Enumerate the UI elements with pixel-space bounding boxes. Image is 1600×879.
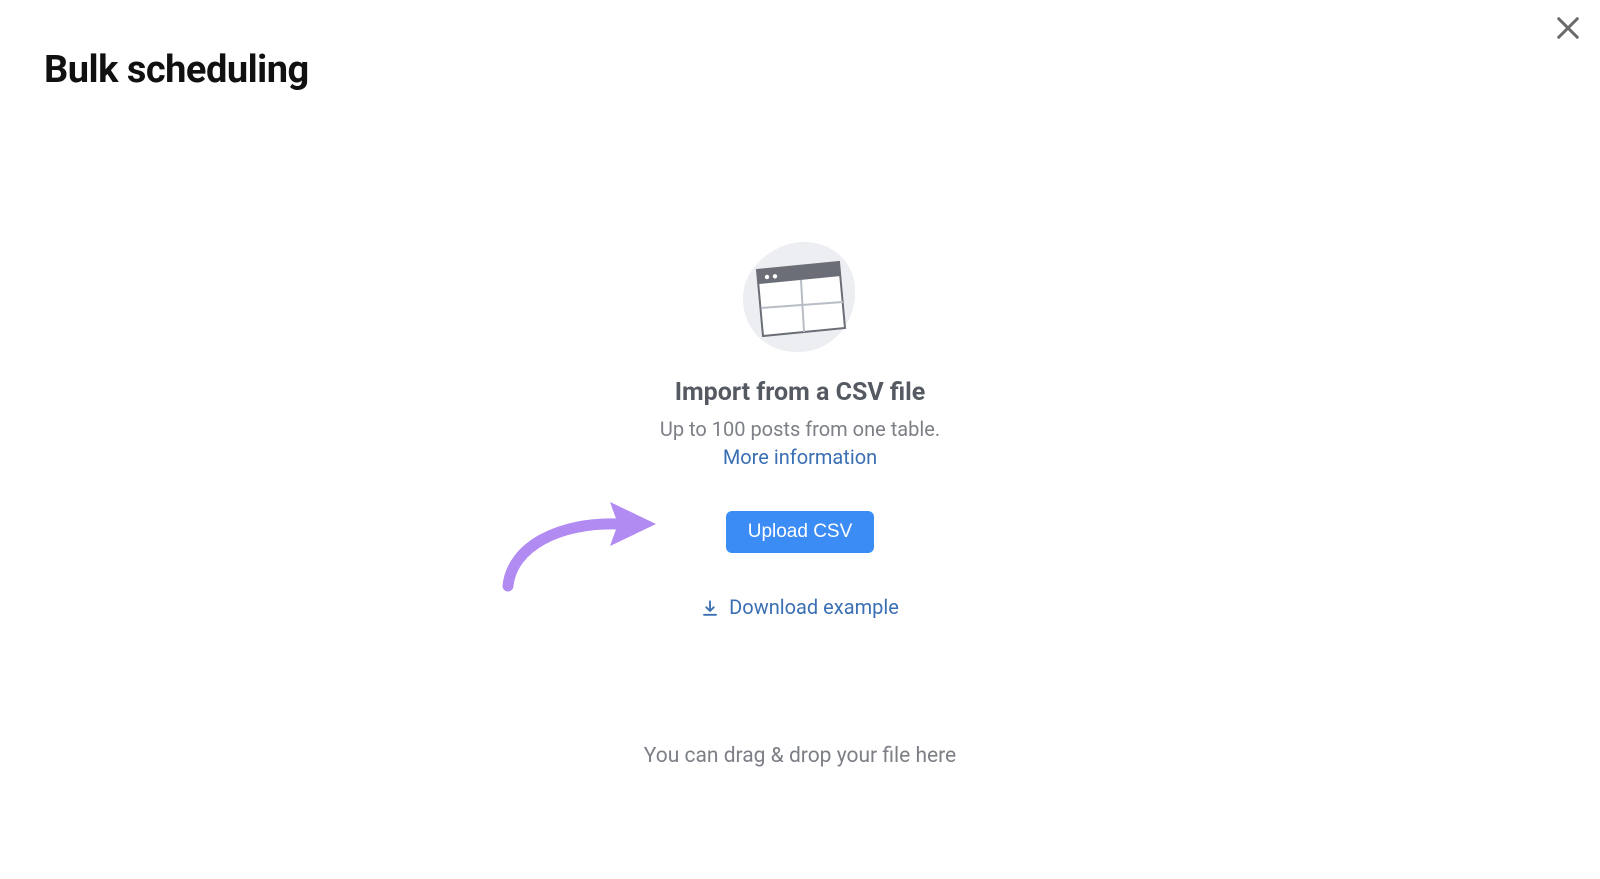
download-example-label: Download example <box>729 595 899 619</box>
spreadsheet-illustration-icon <box>735 238 865 358</box>
close-button[interactable] <box>1554 14 1582 42</box>
import-panel: Import from a CSV file Up to 100 posts f… <box>0 238 1600 619</box>
page-title: Bulk scheduling <box>44 48 309 92</box>
import-subtext: Up to 100 posts from one table. <box>660 417 940 441</box>
import-heading: Import from a CSV file <box>675 378 926 407</box>
download-example-link[interactable]: Download example <box>701 595 899 619</box>
upload-csv-button[interactable]: Upload CSV <box>726 511 875 553</box>
close-icon <box>1554 14 1582 42</box>
more-information-link[interactable]: More information <box>723 445 877 469</box>
download-icon <box>701 598 719 616</box>
drag-drop-hint: You can drag & drop your file here <box>0 744 1600 768</box>
